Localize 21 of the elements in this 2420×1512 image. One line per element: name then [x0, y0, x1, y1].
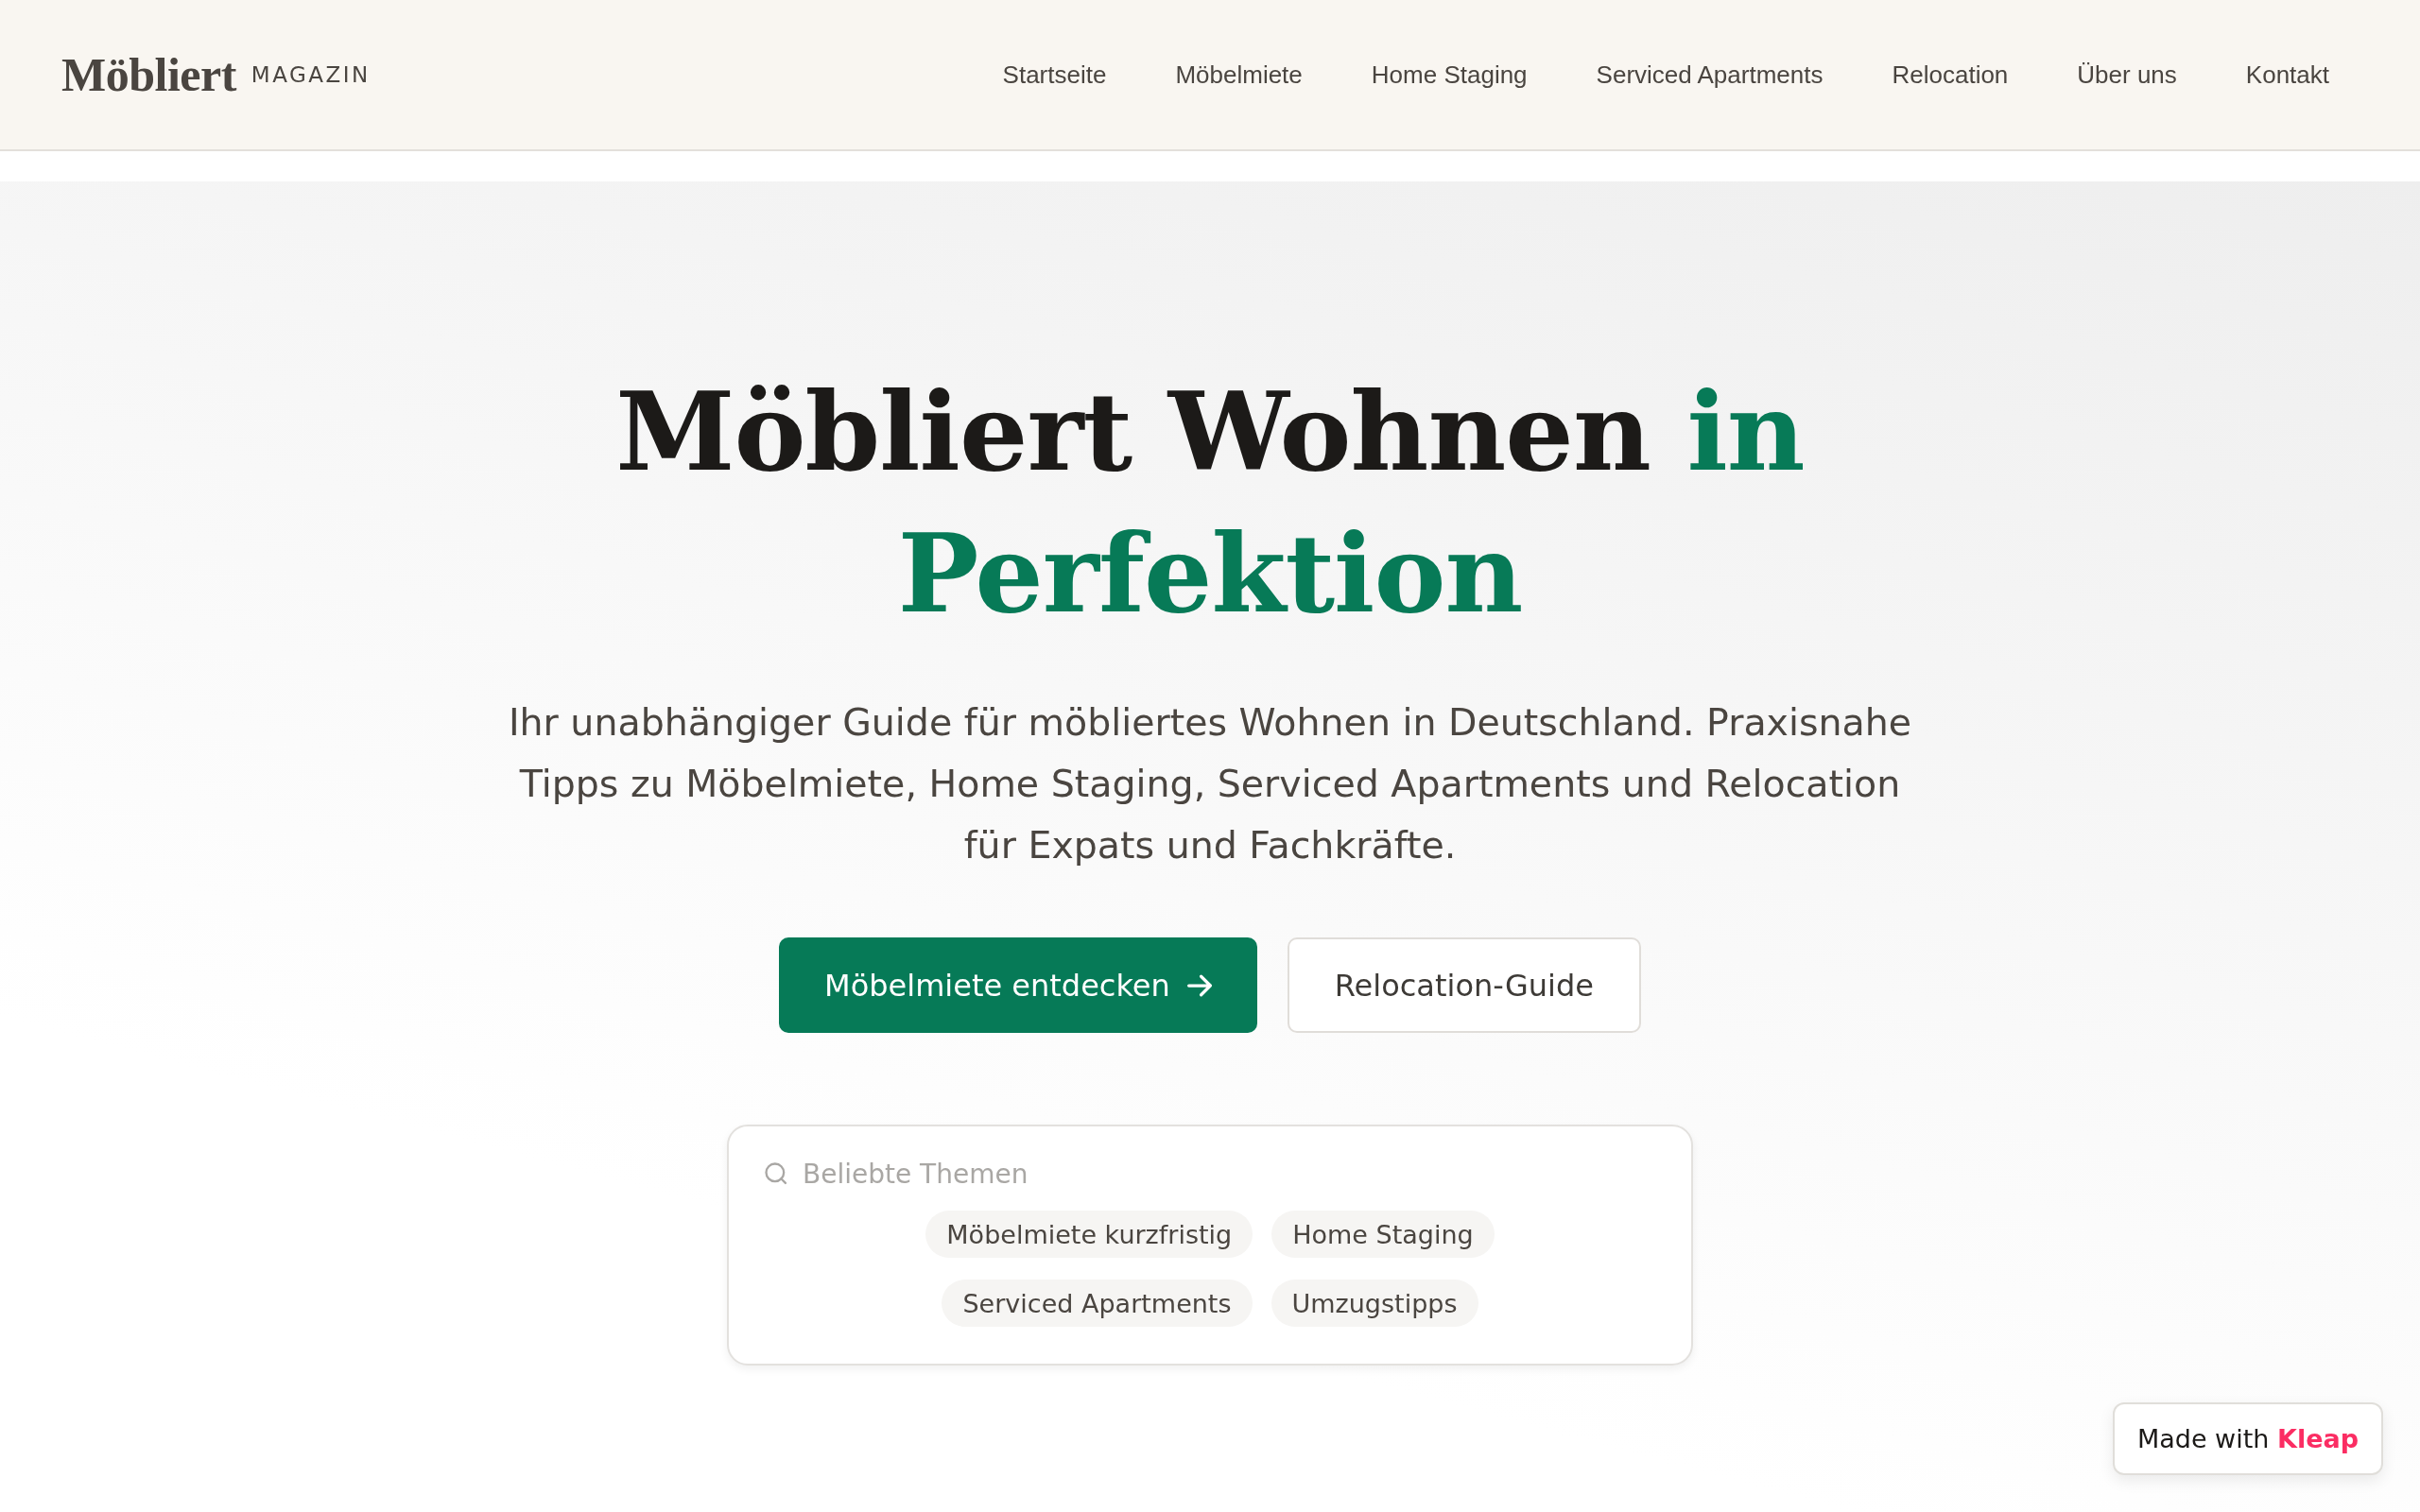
search-icon — [763, 1160, 789, 1187]
topic-chip[interactable]: Serviced Apartments — [942, 1280, 1253, 1327]
logo-wordmark[interactable]: Möbliert — [61, 47, 236, 102]
topic-chip[interactable]: Möbelmiete kurzfristig — [925, 1211, 1253, 1258]
topic-chip[interactable]: Umzugstipps — [1270, 1280, 1478, 1327]
nav-link[interactable]: Serviced Apartments — [1596, 60, 1824, 90]
topic-chip[interactable]: Home Staging — [1271, 1211, 1495, 1258]
nav-link[interactable]: Möbelmiete — [1175, 60, 1303, 90]
nav-link[interactable]: Relocation — [1892, 60, 2009, 90]
hero-lead: Ihr unabhängiger Guide für möbliertes Wohnen in Deutschland. Praxisnahe Tipps zu Möbelmiete, Home Staging, Serviced Apartments und Relocation für Expats und Fachkräfte. — [507, 699, 1913, 868]
secondary-button[interactable]: Relocation-Guide — [1287, 937, 1641, 1033]
arrow-icon — [1186, 972, 1212, 998]
nav-link[interactable]: Startseite — [1002, 60, 1107, 90]
nav-link[interactable]: Über uns — [2077, 60, 2177, 90]
primary-button[interactable]: Möbelmiete entdecken — [779, 937, 1257, 1033]
nav-link[interactable]: Home Staging — [1371, 60, 1528, 90]
search-field[interactable]: Beliebte Themen — [803, 1155, 1657, 1193]
made-with-badge[interactable]: Made with Kleap — [2112, 1402, 2383, 1475]
logo-tagline: MAGAZIN — [251, 62, 371, 87]
hero-title: Möbliert Wohnen in Perfektion — [614, 368, 1806, 639]
nav-link[interactable]: Kontakt — [2245, 60, 2329, 90]
